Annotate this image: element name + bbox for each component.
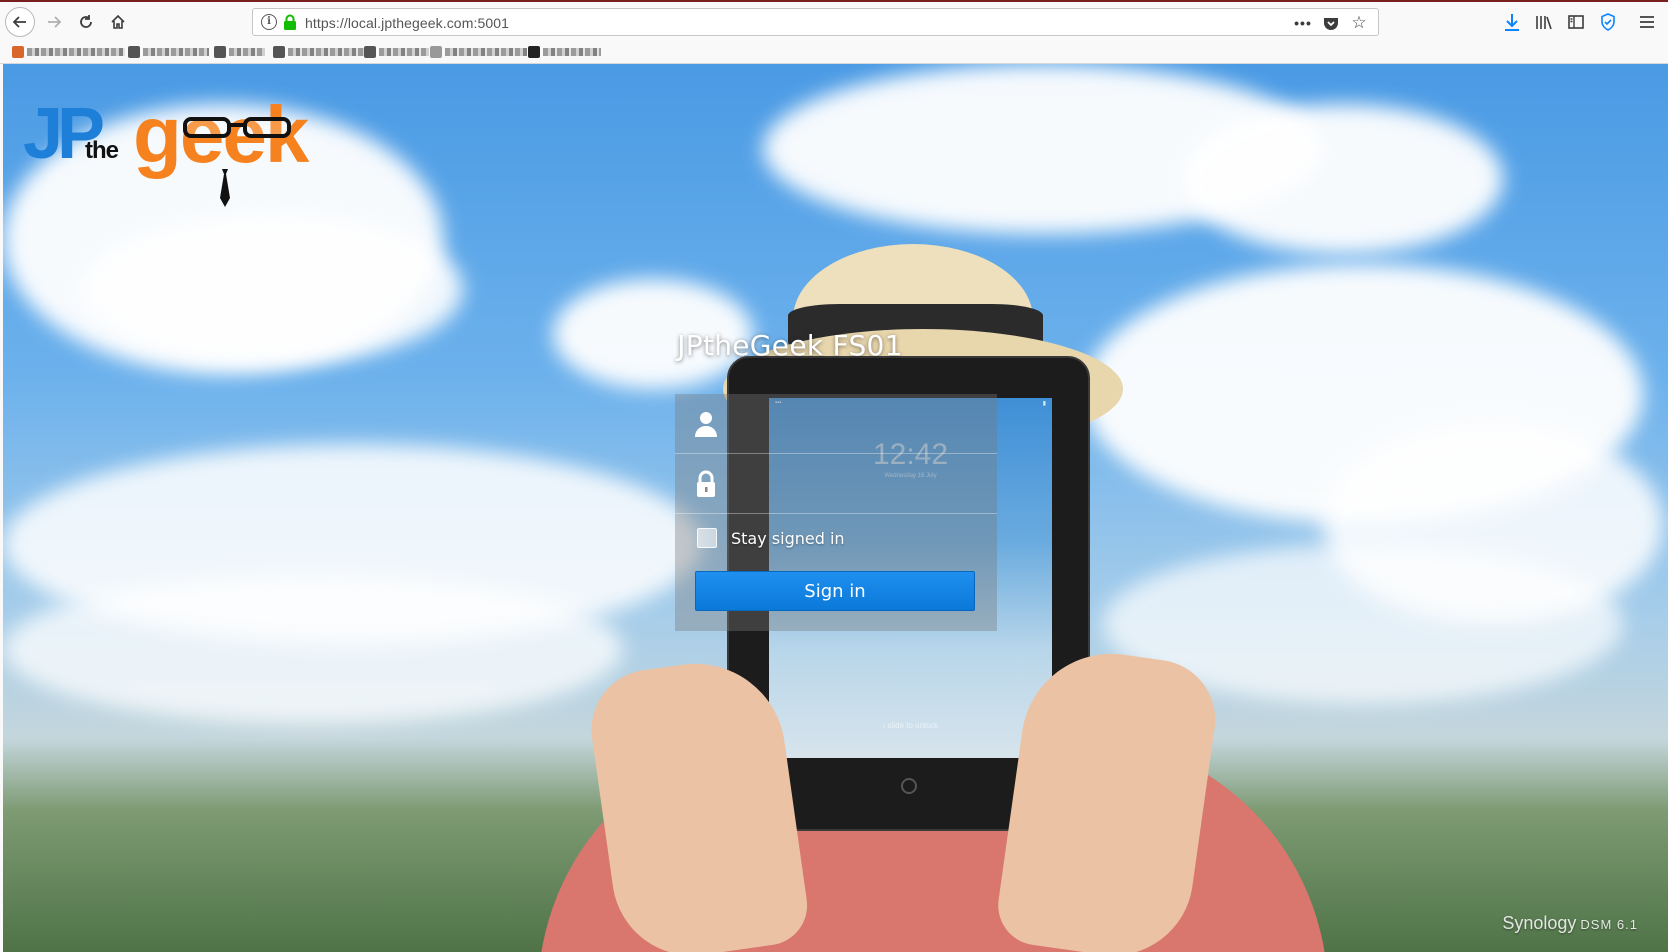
- synology-brand: Synology DSM 6.1: [1502, 913, 1638, 934]
- home-icon[interactable]: [104, 8, 132, 36]
- lock-icon[interactable]: [283, 14, 297, 30]
- stay-signed-in-checkbox[interactable]: [697, 528, 717, 548]
- hamburger-menu-icon[interactable]: [1635, 10, 1659, 34]
- more-actions-icon[interactable]: •••: [1292, 13, 1314, 33]
- bookmark-item[interactable]: [364, 45, 429, 58]
- bookmark-item[interactable]: [528, 45, 601, 58]
- bookmark-item[interactable]: [214, 45, 265, 58]
- reload-icon[interactable]: [72, 8, 100, 36]
- star-icon[interactable]: ☆: [1348, 13, 1370, 33]
- tablet-slide-text: › slide to unlock: [882, 721, 939, 730]
- cloud: [3, 574, 623, 724]
- sign-in-button[interactable]: Sign in: [695, 571, 975, 611]
- shield-icon[interactable]: [1596, 10, 1620, 34]
- pocket-icon[interactable]: [1320, 13, 1342, 33]
- url-text[interactable]: https://local.jpthegeek.com:5001: [305, 15, 509, 31]
- tablet-home-button: [901, 778, 917, 794]
- dsm-version: DSM 6.1: [1580, 917, 1638, 932]
- sidebar-icon[interactable]: [1564, 10, 1588, 34]
- info-icon[interactable]: i: [261, 14, 277, 30]
- bookmark-item[interactable]: [430, 45, 527, 58]
- download-arrow-icon[interactable]: [1500, 10, 1524, 34]
- bookmark-item[interactable]: [128, 45, 209, 58]
- brand-name: Synology: [1502, 913, 1577, 933]
- url-bar[interactable]: i https://local.jpthegeek.com:5001 ••• ☆: [252, 8, 1379, 36]
- password-row: [675, 454, 997, 514]
- bookmark-item[interactable]: [12, 45, 125, 58]
- browser-toolbar: i https://local.jpthegeek.com:5001 ••• ☆: [0, 0, 1668, 40]
- password-input[interactable]: [731, 464, 981, 504]
- cloud: [1183, 104, 1503, 254]
- tie-icon: [220, 169, 230, 207]
- login-form: Stay signed in Sign in: [675, 394, 997, 631]
- bookmark-item[interactable]: [273, 45, 366, 58]
- back-arrow-icon[interactable]: [5, 7, 35, 37]
- forward-arrow-icon[interactable]: [40, 8, 68, 36]
- logo-the: the: [85, 137, 119, 164]
- username-input[interactable]: [731, 404, 981, 444]
- username-row: [675, 394, 997, 454]
- jpthegeek-logo: JP the geek: [23, 89, 323, 207]
- cloud: [83, 214, 463, 364]
- user-icon: [695, 412, 717, 437]
- stay-signed-in-label[interactable]: Stay signed in: [731, 529, 845, 548]
- login-page-background: ▪▪▪ ▮ 12:42 Wednesday 16 July › slide to …: [3, 64, 1668, 952]
- padlock-icon: [697, 470, 715, 497]
- server-title: JPtheGeek FS01: [677, 329, 903, 362]
- library-icon[interactable]: [1532, 10, 1556, 34]
- glasses-icon: [183, 117, 291, 138]
- bookmarks-toolbar: [0, 40, 1668, 64]
